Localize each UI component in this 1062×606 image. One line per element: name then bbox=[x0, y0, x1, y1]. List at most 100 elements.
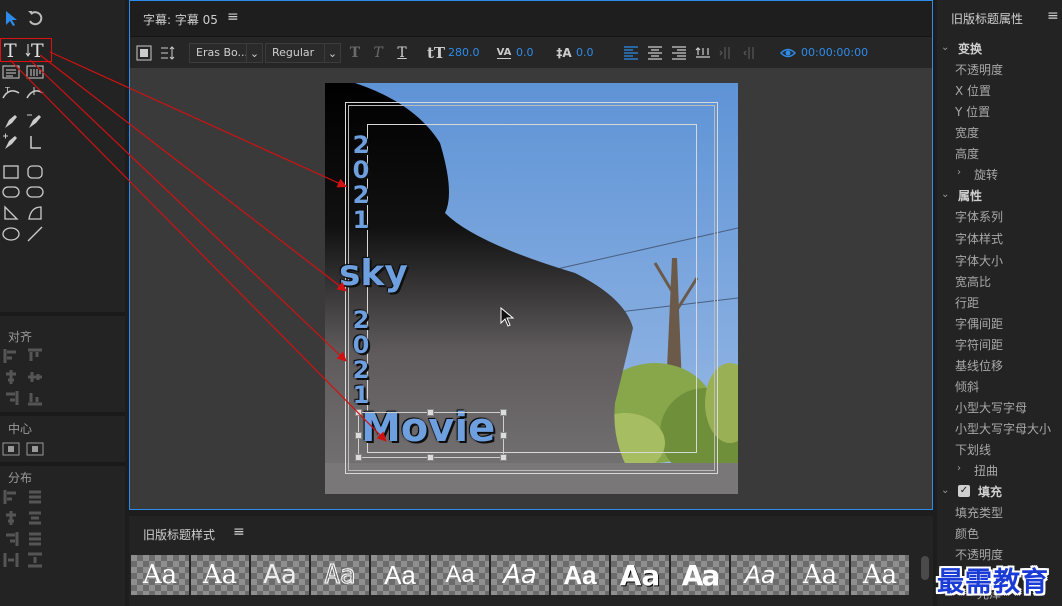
prop-rotation[interactable]: 旋转 bbox=[974, 166, 998, 183]
prop-slant[interactable]: 倾斜 bbox=[955, 378, 979, 395]
resize-handle[interactable] bbox=[355, 432, 362, 439]
resize-handle[interactable] bbox=[427, 454, 434, 461]
style-swatch[interactable]: Aa bbox=[791, 555, 849, 595]
prop-x-position[interactable]: X 位置 bbox=[955, 82, 991, 99]
vertical-path-type-tool-icon[interactable] bbox=[24, 83, 46, 103]
font-family-dropdown[interactable]: Eras Bo... ⌄ bbox=[189, 43, 263, 63]
prop-small-caps-size[interactable]: 小型大写字母大小 bbox=[955, 420, 1051, 437]
align-top-icon[interactable] bbox=[26, 347, 44, 365]
type-tool-icon[interactable]: T bbox=[0, 40, 22, 60]
selection-tool-icon[interactable] bbox=[0, 8, 22, 28]
style-swatch[interactable]: Aa bbox=[311, 555, 369, 595]
video-frame[interactable]: 2021 sky 2021 Movie bbox=[325, 83, 738, 494]
resize-handle[interactable] bbox=[500, 454, 507, 461]
fill-group[interactable]: 填充 bbox=[978, 483, 1002, 500]
prop-y-position[interactable]: Y 位置 bbox=[955, 103, 990, 120]
ellipse-tool-icon[interactable] bbox=[0, 224, 22, 244]
rounded-rectangle-tool-icon[interactable] bbox=[24, 162, 46, 182]
align-bottom-icon[interactable] bbox=[26, 389, 44, 407]
title-canvas-area[interactable]: 2021 sky 2021 Movie bbox=[130, 68, 932, 509]
attributes-group[interactable]: 属性 bbox=[958, 187, 982, 204]
align-left-icon[interactable] bbox=[2, 347, 20, 365]
style-swatch[interactable]: Aa bbox=[491, 555, 549, 595]
align-right-icon[interactable] bbox=[2, 389, 20, 407]
caret-right-icon[interactable]: › bbox=[957, 167, 961, 178]
selection-bounding-box[interactable] bbox=[358, 412, 504, 458]
distribute-right-icon[interactable] bbox=[2, 530, 20, 548]
align-right-text-icon[interactable] bbox=[670, 44, 688, 62]
prop-font-size[interactable]: 字体大小 bbox=[955, 252, 1003, 269]
clipped-corner-rectangle-tool-icon[interactable] bbox=[0, 182, 22, 202]
leading-value[interactable]: 0.0 bbox=[576, 46, 594, 59]
prop-aspect[interactable]: 宽高比 bbox=[955, 273, 991, 290]
rounded-corner-rectangle-tool-icon[interactable] bbox=[24, 182, 46, 202]
paragraph-outdent-icon[interactable] bbox=[742, 44, 760, 62]
add-anchor-tool-icon[interactable] bbox=[0, 132, 22, 152]
resize-handle[interactable] bbox=[500, 409, 507, 416]
distribute-bottom-icon[interactable] bbox=[26, 530, 44, 548]
styles-menu-icon[interactable]: ≡ bbox=[233, 524, 245, 540]
resize-handle[interactable] bbox=[500, 432, 507, 439]
center-vertical-icon[interactable] bbox=[26, 440, 44, 458]
tab-stops-icon[interactable] bbox=[159, 44, 177, 62]
distribute-spacing-v-icon[interactable] bbox=[26, 551, 44, 569]
arc-tool-icon[interactable] bbox=[24, 203, 46, 223]
kerning-value[interactable]: 0.0 bbox=[516, 46, 534, 59]
convert-anchor-tool-icon[interactable] bbox=[24, 132, 46, 152]
font-style-dropdown[interactable]: Regular ⌄ bbox=[265, 43, 341, 63]
prop-color[interactable]: 颜色 bbox=[955, 525, 979, 542]
path-type-tool-icon[interactable]: T bbox=[0, 83, 22, 103]
prop-leading[interactable]: 行距 bbox=[955, 294, 979, 311]
resize-handle[interactable] bbox=[427, 409, 434, 416]
resize-handle[interactable] bbox=[355, 409, 362, 416]
styles-scrollbar[interactable] bbox=[921, 556, 929, 580]
prop-baseline-shift[interactable]: 基线位移 bbox=[955, 357, 1003, 374]
style-swatch[interactable]: Aa bbox=[731, 555, 789, 595]
prop-width[interactable]: 宽度 bbox=[955, 124, 979, 141]
timecode-value[interactable]: 00:00:00:00 bbox=[801, 46, 868, 59]
properties-menu-icon[interactable]: ≡ bbox=[1047, 8, 1059, 24]
caret-down-icon[interactable]: ⌄ bbox=[941, 189, 949, 200]
style-swatch[interactable]: Aa bbox=[431, 555, 489, 595]
underline-icon[interactable]: T bbox=[393, 44, 411, 62]
caret-down-icon[interactable]: ⌄ bbox=[941, 485, 949, 496]
bold-icon[interactable]: T bbox=[346, 44, 364, 62]
caret-right-icon[interactable]: › bbox=[957, 463, 961, 474]
prop-small-caps[interactable]: 小型大写字母 bbox=[955, 399, 1027, 416]
style-swatch[interactable]: Aa bbox=[131, 555, 189, 595]
prop-height[interactable]: 高度 bbox=[955, 145, 979, 162]
rectangle-tool-icon[interactable] bbox=[0, 162, 22, 182]
style-swatch[interactable]: Aa bbox=[371, 555, 429, 595]
line-tool-icon[interactable] bbox=[24, 224, 46, 244]
style-swatch[interactable]: Aa bbox=[671, 555, 729, 595]
vertical-type-tool-icon[interactable]: T bbox=[24, 40, 46, 60]
prop-opacity[interactable]: 不透明度 bbox=[955, 61, 1003, 78]
prop-tracking[interactable]: 字符间距 bbox=[955, 336, 1003, 353]
vertical-year-text-top[interactable]: 2021 bbox=[351, 133, 371, 233]
pen-tool-icon[interactable] bbox=[0, 111, 22, 131]
distribute-spacing-h-icon[interactable] bbox=[2, 551, 20, 569]
editor-menu-icon[interactable]: ≡ bbox=[227, 9, 239, 25]
delete-anchor-tool-icon[interactable] bbox=[24, 111, 46, 131]
wedge-tool-icon[interactable] bbox=[0, 203, 22, 223]
align-horizontal-center-icon[interactable] bbox=[2, 368, 20, 386]
distribute-center-icon[interactable] bbox=[2, 509, 20, 527]
style-swatch[interactable]: Aa bbox=[611, 555, 669, 595]
style-swatch[interactable]: Aa bbox=[251, 555, 309, 595]
style-swatch[interactable]: Aa bbox=[551, 555, 609, 595]
fill-checkbox[interactable]: ✓ bbox=[958, 485, 970, 497]
prop-kerning[interactable]: 字偶间距 bbox=[955, 315, 1003, 332]
show-background-video-icon[interactable] bbox=[779, 44, 797, 62]
caret-down-icon[interactable]: ⌄ bbox=[941, 42, 949, 53]
font-size-value[interactable]: 280.0 bbox=[448, 46, 480, 59]
distribute-left-icon[interactable] bbox=[2, 488, 20, 506]
center-horizontal-icon[interactable] bbox=[2, 440, 20, 458]
align-left-text-icon[interactable] bbox=[622, 44, 640, 62]
area-type-tool-icon[interactable] bbox=[0, 62, 22, 82]
align-center-text-icon[interactable] bbox=[646, 44, 664, 62]
style-swatch[interactable]: Aa bbox=[851, 555, 909, 595]
prop-font-style[interactable]: 字体样式 bbox=[955, 230, 1003, 247]
resize-handle[interactable] bbox=[355, 454, 362, 461]
prop-distort[interactable]: 扭曲 bbox=[974, 462, 998, 479]
vertical-area-type-tool-icon[interactable] bbox=[24, 62, 46, 82]
